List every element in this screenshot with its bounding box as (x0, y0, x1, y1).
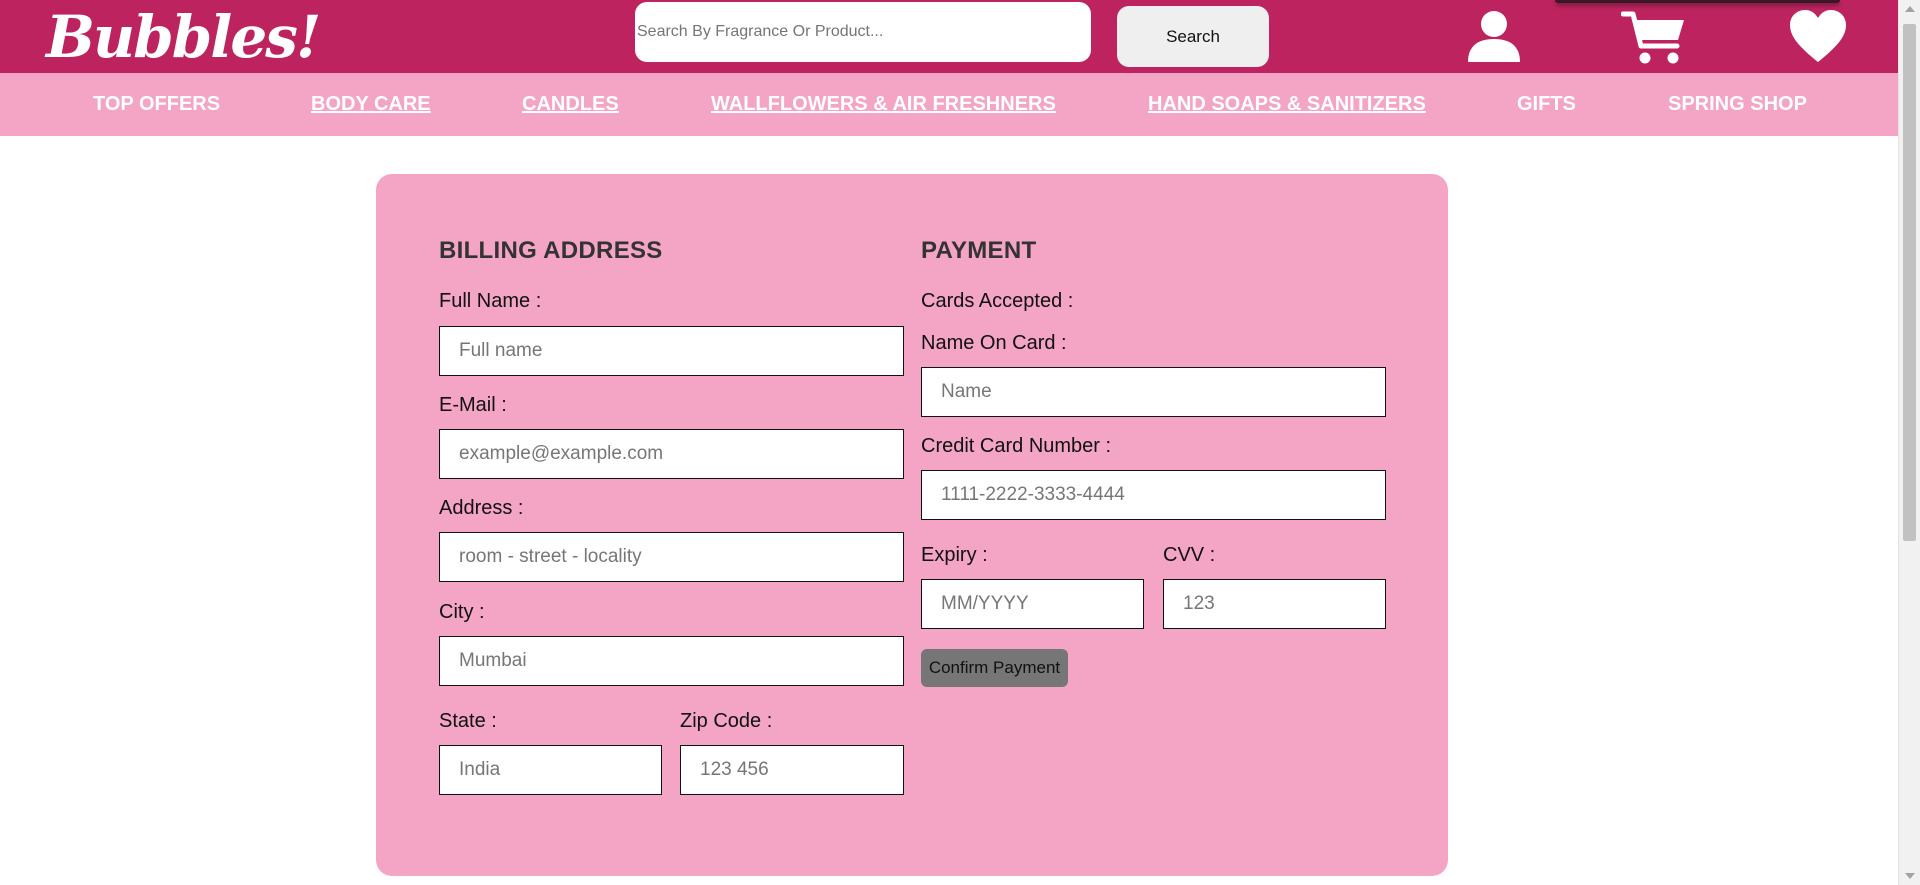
city-label: City : (439, 601, 485, 623)
site-logo[interactable]: Bubbles! (46, 2, 321, 72)
payment-title: PAYMENT (921, 237, 1037, 264)
card-number-field[interactable] (921, 470, 1386, 520)
expiry-label: Expiry : (921, 544, 988, 566)
name-on-card-field[interactable] (921, 367, 1386, 417)
scroll-down-arrow-icon[interactable] (1905, 873, 1915, 879)
heart-icon[interactable] (1788, 8, 1848, 64)
zip-code-label: Zip Code : (680, 710, 773, 732)
zip-code-field[interactable] (680, 745, 904, 795)
user-icon[interactable] (1466, 10, 1522, 62)
cvv-label: CVV : (1163, 544, 1216, 566)
search-button[interactable]: Search (1117, 6, 1269, 67)
nav-gifts[interactable]: GIFTS (1517, 73, 1576, 136)
full-name-field[interactable] (439, 326, 904, 376)
search-input[interactable] (635, 2, 1091, 62)
top-header: Bubbles! Search (0, 0, 1898, 73)
name-on-card-label: Name On Card : (921, 332, 1067, 354)
card-number-label: Credit Card Number : (921, 435, 1112, 457)
nav-wallflowers[interactable]: WALLFLOWERS & AIR FRESHNERS (711, 73, 1056, 136)
dropdown-edge (1555, 0, 1840, 3)
email-label: E-Mail : (439, 394, 507, 416)
expiry-field[interactable] (921, 579, 1144, 629)
state-field[interactable] (439, 745, 662, 795)
checkout-form: BILLING ADDRESS Full Name : E-Mail : Add… (376, 174, 1448, 876)
full-name-label: Full Name : (439, 290, 542, 312)
billing-title: BILLING ADDRESS (439, 237, 663, 264)
cvv-field[interactable] (1163, 579, 1386, 629)
scroll-up-arrow-icon[interactable] (1905, 6, 1915, 12)
address-field[interactable] (439, 532, 904, 582)
nav-spring-shop[interactable]: SPRING SHOP (1668, 73, 1807, 136)
nav-body-care[interactable]: BODY CARE (311, 73, 431, 136)
nav-hand-soaps[interactable]: HAND SOAPS & SANITIZERS (1148, 73, 1426, 136)
category-nav: TOP OFFERS BODY CARE CANDLES WALLFLOWERS… (0, 73, 1898, 136)
cards-accepted-label: Cards Accepted : (921, 290, 1074, 312)
state-label: State : (439, 710, 497, 732)
address-label: Address : (439, 497, 524, 519)
confirm-payment-button[interactable]: Confirm Payment (921, 649, 1068, 687)
nav-top-offers[interactable]: TOP OFFERS (93, 73, 220, 136)
page-scrollbar[interactable] (1898, 0, 1920, 885)
email-field[interactable] (439, 429, 904, 479)
scroll-thumb[interactable] (1903, 24, 1916, 541)
city-field[interactable] (439, 636, 904, 686)
cart-icon[interactable] (1621, 8, 1687, 66)
nav-candles[interactable]: CANDLES (522, 73, 619, 136)
